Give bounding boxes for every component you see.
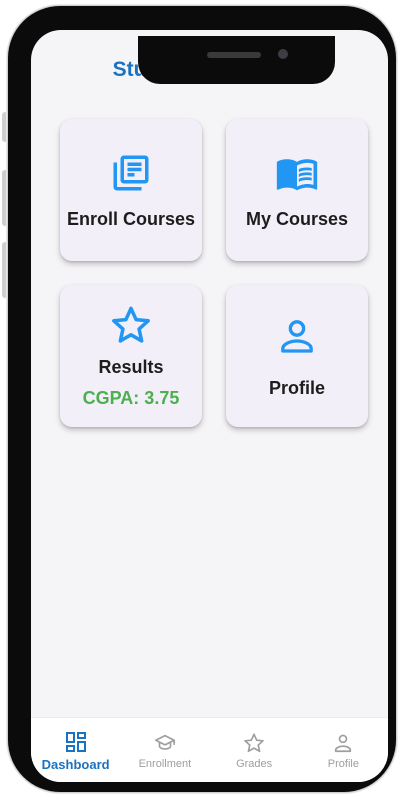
my-courses-card[interactable]: My Courses bbox=[226, 119, 368, 261]
results-card[interactable]: Results CGPA: 3.75 bbox=[60, 285, 202, 427]
profile-card[interactable]: Profile bbox=[226, 285, 368, 427]
person-outline-icon bbox=[275, 314, 319, 358]
nav-label-enrollment: Enrollment bbox=[138, 758, 192, 770]
app-screen: Student Dashboard Enroll Courses My Cour… bbox=[31, 30, 388, 782]
results-label: Results bbox=[98, 357, 164, 377]
library-books-icon bbox=[109, 151, 153, 195]
my-courses-label: My Courses bbox=[245, 208, 349, 229]
nav-label-dashboard: Dashboard bbox=[41, 756, 110, 772]
speaker-grille bbox=[207, 52, 261, 58]
cgpa-value: CGPA: 3.75 bbox=[82, 388, 180, 408]
star-outline-icon bbox=[109, 303, 153, 347]
graduation-cap-icon bbox=[152, 730, 178, 756]
profile-label: Profile bbox=[268, 377, 325, 398]
enroll-courses-label: Enroll Courses bbox=[66, 208, 196, 229]
star-outline-icon bbox=[241, 730, 267, 756]
device-notch bbox=[138, 36, 335, 84]
nav-label-grades: Grades bbox=[236, 758, 273, 770]
phone-frame: Student Dashboard Enroll Courses My Cour… bbox=[8, 6, 396, 792]
nav-label-profile: Profile bbox=[327, 758, 359, 770]
nav-item-dashboard[interactable]: Dashboard bbox=[31, 718, 120, 782]
person-outline-icon bbox=[330, 730, 356, 756]
open-book-icon bbox=[275, 151, 319, 195]
nav-item-grades[interactable]: Grades bbox=[210, 718, 299, 782]
front-camera bbox=[278, 49, 288, 59]
enroll-courses-card[interactable]: Enroll Courses bbox=[60, 119, 202, 261]
nav-item-enrollment[interactable]: Enrollment bbox=[120, 718, 209, 782]
dashboard-icon bbox=[63, 729, 89, 755]
bottom-navigation: Dashboard Enrollment Grades Profile bbox=[31, 717, 388, 782]
nav-item-profile[interactable]: Profile bbox=[299, 718, 388, 782]
